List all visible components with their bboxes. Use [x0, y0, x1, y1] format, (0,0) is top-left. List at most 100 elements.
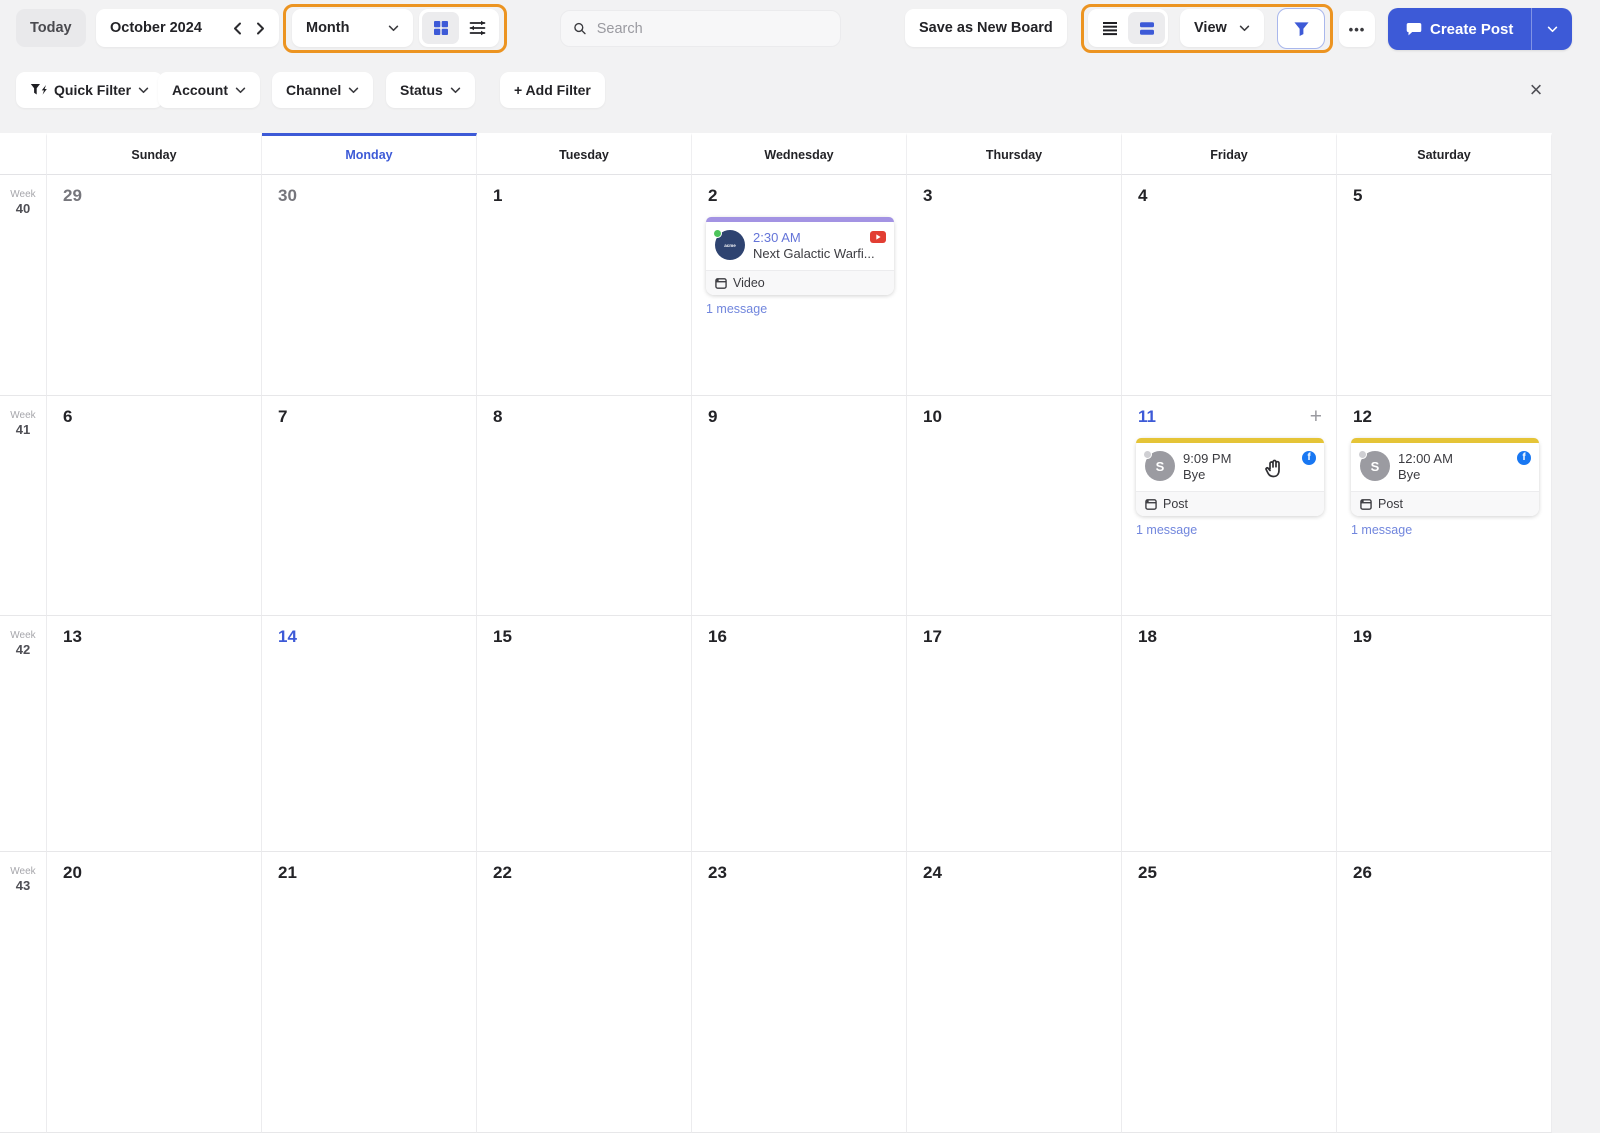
- week-word: Week: [10, 630, 36, 641]
- day-cell-26[interactable]: 26: [1337, 852, 1552, 1133]
- chevron-down-icon: [1239, 25, 1250, 31]
- day-cell-30[interactable]: 30: [262, 175, 477, 396]
- close-filter-bar-button[interactable]: ×: [1522, 76, 1550, 104]
- date-number: 17: [923, 627, 942, 646]
- avatar-status-dot: [713, 229, 722, 238]
- date-number: 23: [708, 863, 727, 882]
- week-number-cell: Week 42: [0, 616, 47, 852]
- date-number: 18: [1138, 627, 1157, 646]
- layout-toggle-group: [419, 9, 499, 47]
- chevron-right-icon[interactable]: [256, 22, 265, 35]
- post-type-icon-wrap: [1360, 498, 1372, 510]
- chevron-down-icon: [235, 87, 246, 93]
- post-card[interactable]: acme 2:30 AM Next Galactic Warfi... Video: [706, 217, 894, 296]
- youtube-icon: [870, 230, 886, 248]
- facebook-icon: f: [1302, 451, 1316, 465]
- day-cell-6[interactable]: 6: [47, 396, 262, 616]
- post-type-icon: [1145, 498, 1157, 510]
- day-cell-14[interactable]: 14: [262, 616, 477, 852]
- day-cell-8[interactable]: 8: [477, 396, 692, 616]
- messages-link[interactable]: 1 message: [1136, 523, 1336, 537]
- create-post-dropdown-button[interactable]: [1532, 8, 1573, 50]
- week-number-cell: Week 41: [0, 396, 47, 616]
- account-filter-label: Account: [172, 82, 228, 98]
- avatar-status-dot: [1358, 450, 1367, 459]
- account-avatar: acme: [713, 229, 745, 260]
- day-cell-16[interactable]: 16: [692, 616, 907, 852]
- day-cell-22[interactable]: 22: [477, 852, 692, 1133]
- search-icon: [574, 22, 586, 35]
- calendar: Sunday Monday Tuesday Wednesday Thursday Frid…: [0, 133, 1552, 1133]
- more-options-button[interactable]: •••: [1339, 11, 1375, 47]
- search-input[interactable]: [594, 19, 828, 38]
- post-title: Bye: [1183, 467, 1206, 483]
- chevron-left-icon[interactable]: [233, 22, 242, 35]
- messages-link[interactable]: 1 message: [706, 302, 906, 316]
- week-word: Week: [10, 410, 36, 421]
- avatar-label: S: [1155, 458, 1165, 474]
- day-cell-21[interactable]: 21: [262, 852, 477, 1133]
- day-cell-12[interactable]: 12 S 12:00 AM Bye f Post 1 message: [1337, 396, 1552, 616]
- day-cell-25[interactable]: 25: [1122, 852, 1337, 1133]
- day-cell-5[interactable]: 5: [1337, 175, 1552, 396]
- add-post-button[interactable]: +: [1310, 406, 1322, 427]
- save-board-label: Save as New Board: [919, 20, 1053, 36]
- day-cell-18[interactable]: 18: [1122, 616, 1337, 852]
- date-number: 15: [493, 627, 512, 646]
- day-cell-24[interactable]: 24: [907, 852, 1122, 1133]
- day-cell-13[interactable]: 13: [47, 616, 262, 852]
- list-view-button[interactable]: [1091, 12, 1128, 44]
- view-select[interactable]: View: [1180, 9, 1264, 47]
- display-settings-button[interactable]: [459, 12, 496, 44]
- day-cell-11[interactable]: 11 + S 9:09 PM Bye f Post 1 message: [1122, 396, 1337, 616]
- account-filter-button[interactable]: Account: [158, 72, 260, 108]
- day-cell-23[interactable]: 23: [692, 852, 907, 1133]
- week-number: 40: [15, 201, 31, 216]
- add-filter-button[interactable]: + Add Filter: [500, 72, 605, 108]
- day-cell-15[interactable]: 15: [477, 616, 692, 852]
- filter-toggle-button[interactable]: [1277, 8, 1325, 49]
- day-cell-4[interactable]: 4: [1122, 175, 1337, 396]
- day-cell-17[interactable]: 17: [907, 616, 1122, 852]
- day-cell-19[interactable]: 19: [1337, 616, 1552, 852]
- chevron-down-icon: [450, 87, 461, 93]
- hand-cursor: [1262, 457, 1286, 488]
- calendar-view-mode-select[interactable]: Month: [292, 9, 413, 47]
- day-header-friday: Friday: [1122, 133, 1337, 175]
- week-number: 42: [15, 642, 31, 657]
- day-cell-20[interactable]: 20: [47, 852, 262, 1133]
- date-number: 5: [1353, 186, 1363, 205]
- day-cell-29[interactable]: 29: [47, 175, 262, 396]
- post-type-label: Video: [733, 276, 765, 291]
- day-cell-10[interactable]: 10: [907, 396, 1122, 616]
- quick-filter-label: Quick Filter: [54, 82, 132, 98]
- cards-icon: [1139, 21, 1154, 35]
- create-post-button[interactable]: Create Post: [1388, 8, 1533, 50]
- channel-filter-button[interactable]: Channel: [272, 72, 374, 108]
- post-card[interactable]: S 9:09 PM Bye f Post: [1136, 438, 1324, 517]
- today-button[interactable]: Today: [16, 9, 86, 47]
- day-cell-3[interactable]: 3: [907, 175, 1122, 396]
- day-cell-1[interactable]: 1: [477, 175, 692, 396]
- day-cell-7[interactable]: 7: [262, 396, 477, 616]
- status-filter-button[interactable]: Status: [386, 72, 475, 108]
- avatar-label: acme: [724, 242, 736, 248]
- date-number: 30: [278, 186, 297, 205]
- day-cell-2[interactable]: 2 acme 2:30 AM Next Galactic Warfi... Video 1…: [692, 175, 907, 396]
- post-type-label: Post: [1163, 497, 1189, 512]
- grid-view-button[interactable]: [422, 12, 459, 44]
- save-as-new-board-button[interactable]: Save as New Board: [905, 9, 1067, 47]
- date-number: 1: [493, 186, 503, 205]
- search-field[interactable]: [560, 10, 841, 47]
- today-label: Today: [30, 20, 72, 36]
- post-type-label: Post: [1378, 497, 1404, 512]
- post-title: Bye: [1398, 467, 1421, 483]
- post-card[interactable]: S 12:00 AM Bye f Post: [1351, 438, 1539, 517]
- card-view-button[interactable]: [1128, 12, 1165, 44]
- day-cell-9[interactable]: 9: [692, 396, 907, 616]
- date-number: 16: [708, 627, 727, 646]
- post-type-icon-wrap: [715, 277, 727, 289]
- date-number: 12: [1353, 407, 1372, 426]
- quick-filter-button[interactable]: Quick Filter: [16, 72, 164, 108]
- messages-link[interactable]: 1 message: [1351, 523, 1551, 537]
